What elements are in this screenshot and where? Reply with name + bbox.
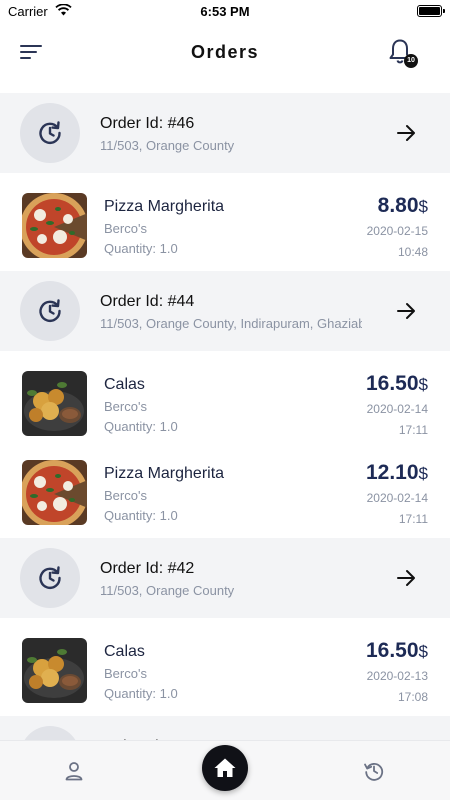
arrow-right-icon[interactable] xyxy=(396,301,416,321)
order-icon-circle xyxy=(20,281,80,341)
item-time: 10:48 xyxy=(397,245,428,259)
item-price: 8.80$ xyxy=(378,194,428,218)
order-row[interactable]: Order Id: #41 xyxy=(0,716,450,740)
item-date: 2020-02-14 xyxy=(366,402,428,416)
item-price: 12.10$ xyxy=(366,461,428,485)
order-row[interactable]: Order Id: #46 11/503, Orange County xyxy=(0,93,450,173)
food-image xyxy=(22,193,87,258)
page-title: Orders xyxy=(190,42,260,62)
food-image xyxy=(22,460,87,525)
price-amount: 16.50 xyxy=(365,372,419,395)
order-row[interactable]: Order Id: #42 11/503, Orange County xyxy=(0,538,450,618)
item-date: 2020-02-15 xyxy=(366,224,428,238)
order-address: 11/503, Orange County xyxy=(100,138,235,153)
order-item-row[interactable]: Pizza Margherita Berco's Quantity: 1.0 8.80… xyxy=(0,182,450,262)
item-name: Pizza Margherita xyxy=(104,198,225,215)
order-icon-circle xyxy=(20,548,80,608)
item-quantity: Quantity: 1.0 xyxy=(104,419,178,434)
price-amount: 12.10 xyxy=(365,461,419,484)
item-time: 17:11 xyxy=(398,423,428,437)
price-currency: $ xyxy=(418,464,428,483)
item-name: Calas xyxy=(104,376,145,393)
order-id: Order Id: #44 xyxy=(100,293,195,310)
food-image xyxy=(22,638,87,703)
history-clock-icon xyxy=(39,299,61,323)
home-icon xyxy=(214,758,236,777)
home-button[interactable] xyxy=(202,745,248,791)
order-row[interactable]: Order Id: #44 11/503, Orange County, Indi… xyxy=(0,271,450,351)
order-icon-circle xyxy=(20,726,80,740)
price-currency: $ xyxy=(418,642,428,661)
item-time: 17:11 xyxy=(398,512,428,526)
item-restaurant: Berco's xyxy=(104,221,147,236)
status-bar: Carrier 6:53 PM xyxy=(0,0,450,22)
order-id: Order Id: #46 xyxy=(100,115,195,132)
item-price: 16.50$ xyxy=(366,639,428,663)
item-quantity: Quantity: 1.0 xyxy=(104,508,178,523)
item-quantity: Quantity: 1.0 xyxy=(104,686,178,701)
price-amount: 8.80 xyxy=(377,194,419,217)
item-date: 2020-02-13 xyxy=(366,669,428,683)
user-icon[interactable] xyxy=(64,761,84,781)
history-clock-icon xyxy=(39,566,61,590)
price-amount: 16.50 xyxy=(365,639,419,662)
arrow-right-icon[interactable] xyxy=(396,123,416,143)
header: Orders 10 xyxy=(0,22,450,92)
food-image xyxy=(22,371,87,436)
item-date: 2020-02-14 xyxy=(366,491,428,505)
notification-badge: 10 xyxy=(404,54,418,68)
notification-button[interactable]: 10 xyxy=(388,38,418,68)
order-icon-circle xyxy=(20,103,80,163)
item-quantity: Quantity: 1.0 xyxy=(104,241,178,256)
clock: 6:53 PM xyxy=(200,4,250,19)
arrow-right-icon[interactable] xyxy=(396,568,416,588)
orders-list[interactable]: Order Id: #46 11/503, Orange County Pizza … xyxy=(0,93,450,740)
order-item-row[interactable]: Calas Berco's Quantity: 1.0 16.50$ 2020-02-1… xyxy=(0,627,450,707)
order-item-row[interactable]: Pizza Margherita Berco's Quantity: 1.0 12.1… xyxy=(0,449,450,529)
price-currency: $ xyxy=(418,197,428,216)
item-name: Pizza Margherita xyxy=(104,465,225,482)
order-id: Order Id: #42 xyxy=(100,560,195,577)
battery-icon xyxy=(417,5,445,17)
item-name: Calas xyxy=(104,643,145,660)
history-clock-icon xyxy=(39,121,61,145)
price-currency: $ xyxy=(418,375,428,394)
order-address: 11/503, Orange County, Indirapuram, Ghaz… xyxy=(100,316,362,331)
item-restaurant: Berco's xyxy=(104,488,147,503)
history-icon[interactable] xyxy=(363,760,385,782)
order-item-row[interactable]: Calas Berco's Quantity: 1.0 16.50$ 2020-02-1… xyxy=(0,360,450,440)
item-price: 16.50$ xyxy=(366,372,428,396)
item-time: 17:08 xyxy=(397,690,428,704)
item-restaurant: Berco's xyxy=(104,666,147,681)
item-restaurant: Berco's xyxy=(104,399,147,414)
order-address: 11/503, Orange County xyxy=(100,583,235,598)
